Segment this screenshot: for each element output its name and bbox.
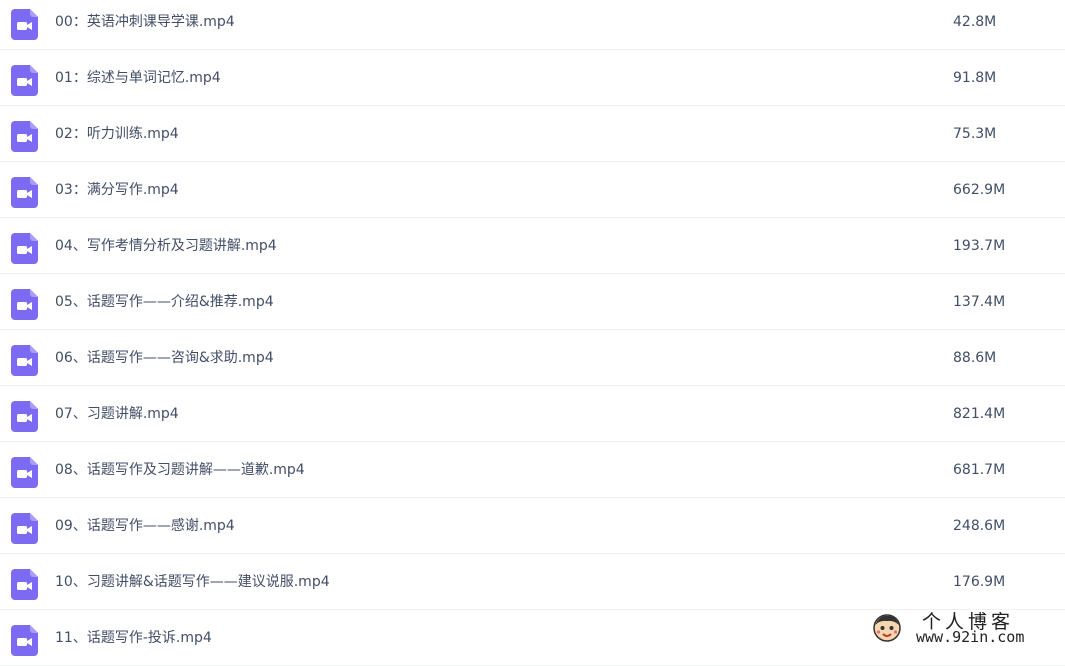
file-row[interactable]: 08、话题写作及习题讲解——道歉.mp4 681.7M xyxy=(0,442,1065,498)
file-size: 821.4M xyxy=(953,386,1005,442)
file-size: 42.8M xyxy=(953,0,996,50)
file-size: 176.9M xyxy=(953,554,1005,610)
file-row[interactable]: 05、话题写作——介绍&推荐.mp4 137.4M xyxy=(0,274,1065,330)
file-name[interactable]: 11、话题写作-投诉.mp4 xyxy=(55,610,212,666)
file-name[interactable]: 01：综述与单词记忆.mp4 xyxy=(55,50,221,106)
video-file-icon xyxy=(11,289,38,320)
video-file-icon xyxy=(11,513,38,544)
file-row[interactable]: 07、习题讲解.mp4 821.4M xyxy=(0,386,1065,442)
video-file-icon xyxy=(11,457,38,488)
file-size: 248.6M xyxy=(953,498,1005,554)
file-row[interactable]: 10、习题讲解&话题写作——建议说服.mp4 176.9M xyxy=(0,554,1065,610)
video-file-icon xyxy=(11,401,38,432)
file-size: 75.3M xyxy=(953,106,996,162)
file-size: 88.6M xyxy=(953,330,996,386)
file-size: 91.8M xyxy=(953,50,996,106)
file-name[interactable]: 05、话题写作——介绍&推荐.mp4 xyxy=(55,274,274,330)
file-row[interactable]: 00：英语冲刺课导学课.mp4 42.8M xyxy=(0,0,1065,50)
file-row[interactable]: 06、话题写作——咨询&求助.mp4 88.6M xyxy=(0,330,1065,386)
video-file-icon xyxy=(11,177,38,208)
file-name[interactable]: 03：满分写作.mp4 xyxy=(55,162,179,218)
file-name[interactable]: 10、习题讲解&话题写作——建议说服.mp4 xyxy=(55,554,330,610)
file-size: 662.9M xyxy=(953,162,1005,218)
file-list: 00：英语冲刺课导学课.mp4 42.8M 01：综述与单词记忆.mp4 91.… xyxy=(0,0,1065,666)
file-name[interactable]: 02：听力训练.mp4 xyxy=(55,106,179,162)
file-size: 137.4M xyxy=(953,274,1005,330)
file-row[interactable]: 09、话题写作——感谢.mp4 248.6M xyxy=(0,498,1065,554)
file-name[interactable]: 06、话题写作——咨询&求助.mp4 xyxy=(55,330,274,386)
file-name[interactable]: 07、习题讲解.mp4 xyxy=(55,386,179,442)
video-file-icon xyxy=(11,569,38,600)
video-file-icon xyxy=(11,9,38,40)
video-file-icon xyxy=(11,625,38,656)
video-file-icon xyxy=(11,345,38,376)
file-size: 193.7M xyxy=(953,218,1005,274)
file-name[interactable]: 00：英语冲刺课导学课.mp4 xyxy=(55,0,235,50)
watermark-url: www.92in.com xyxy=(916,628,1024,646)
video-file-icon xyxy=(11,233,38,264)
file-name[interactable]: 04、写作考情分析及习题讲解.mp4 xyxy=(55,218,277,274)
video-file-icon xyxy=(11,121,38,152)
file-row[interactable]: 04、写作考情分析及习题讲解.mp4 193.7M xyxy=(0,218,1065,274)
mascot-logo-icon xyxy=(872,613,902,643)
file-row[interactable]: 01：综述与单词记忆.mp4 91.8M xyxy=(0,50,1065,106)
file-row[interactable]: 02：听力训练.mp4 75.3M xyxy=(0,106,1065,162)
file-name[interactable]: 08、话题写作及习题讲解——道歉.mp4 xyxy=(55,442,305,498)
file-row[interactable]: 03：满分写作.mp4 662.9M xyxy=(0,162,1065,218)
site-watermark: 个人博客 www.92in.com xyxy=(872,609,1047,647)
file-name[interactable]: 09、话题写作——感谢.mp4 xyxy=(55,498,235,554)
file-size: 681.7M xyxy=(953,442,1005,498)
video-file-icon xyxy=(11,65,38,96)
